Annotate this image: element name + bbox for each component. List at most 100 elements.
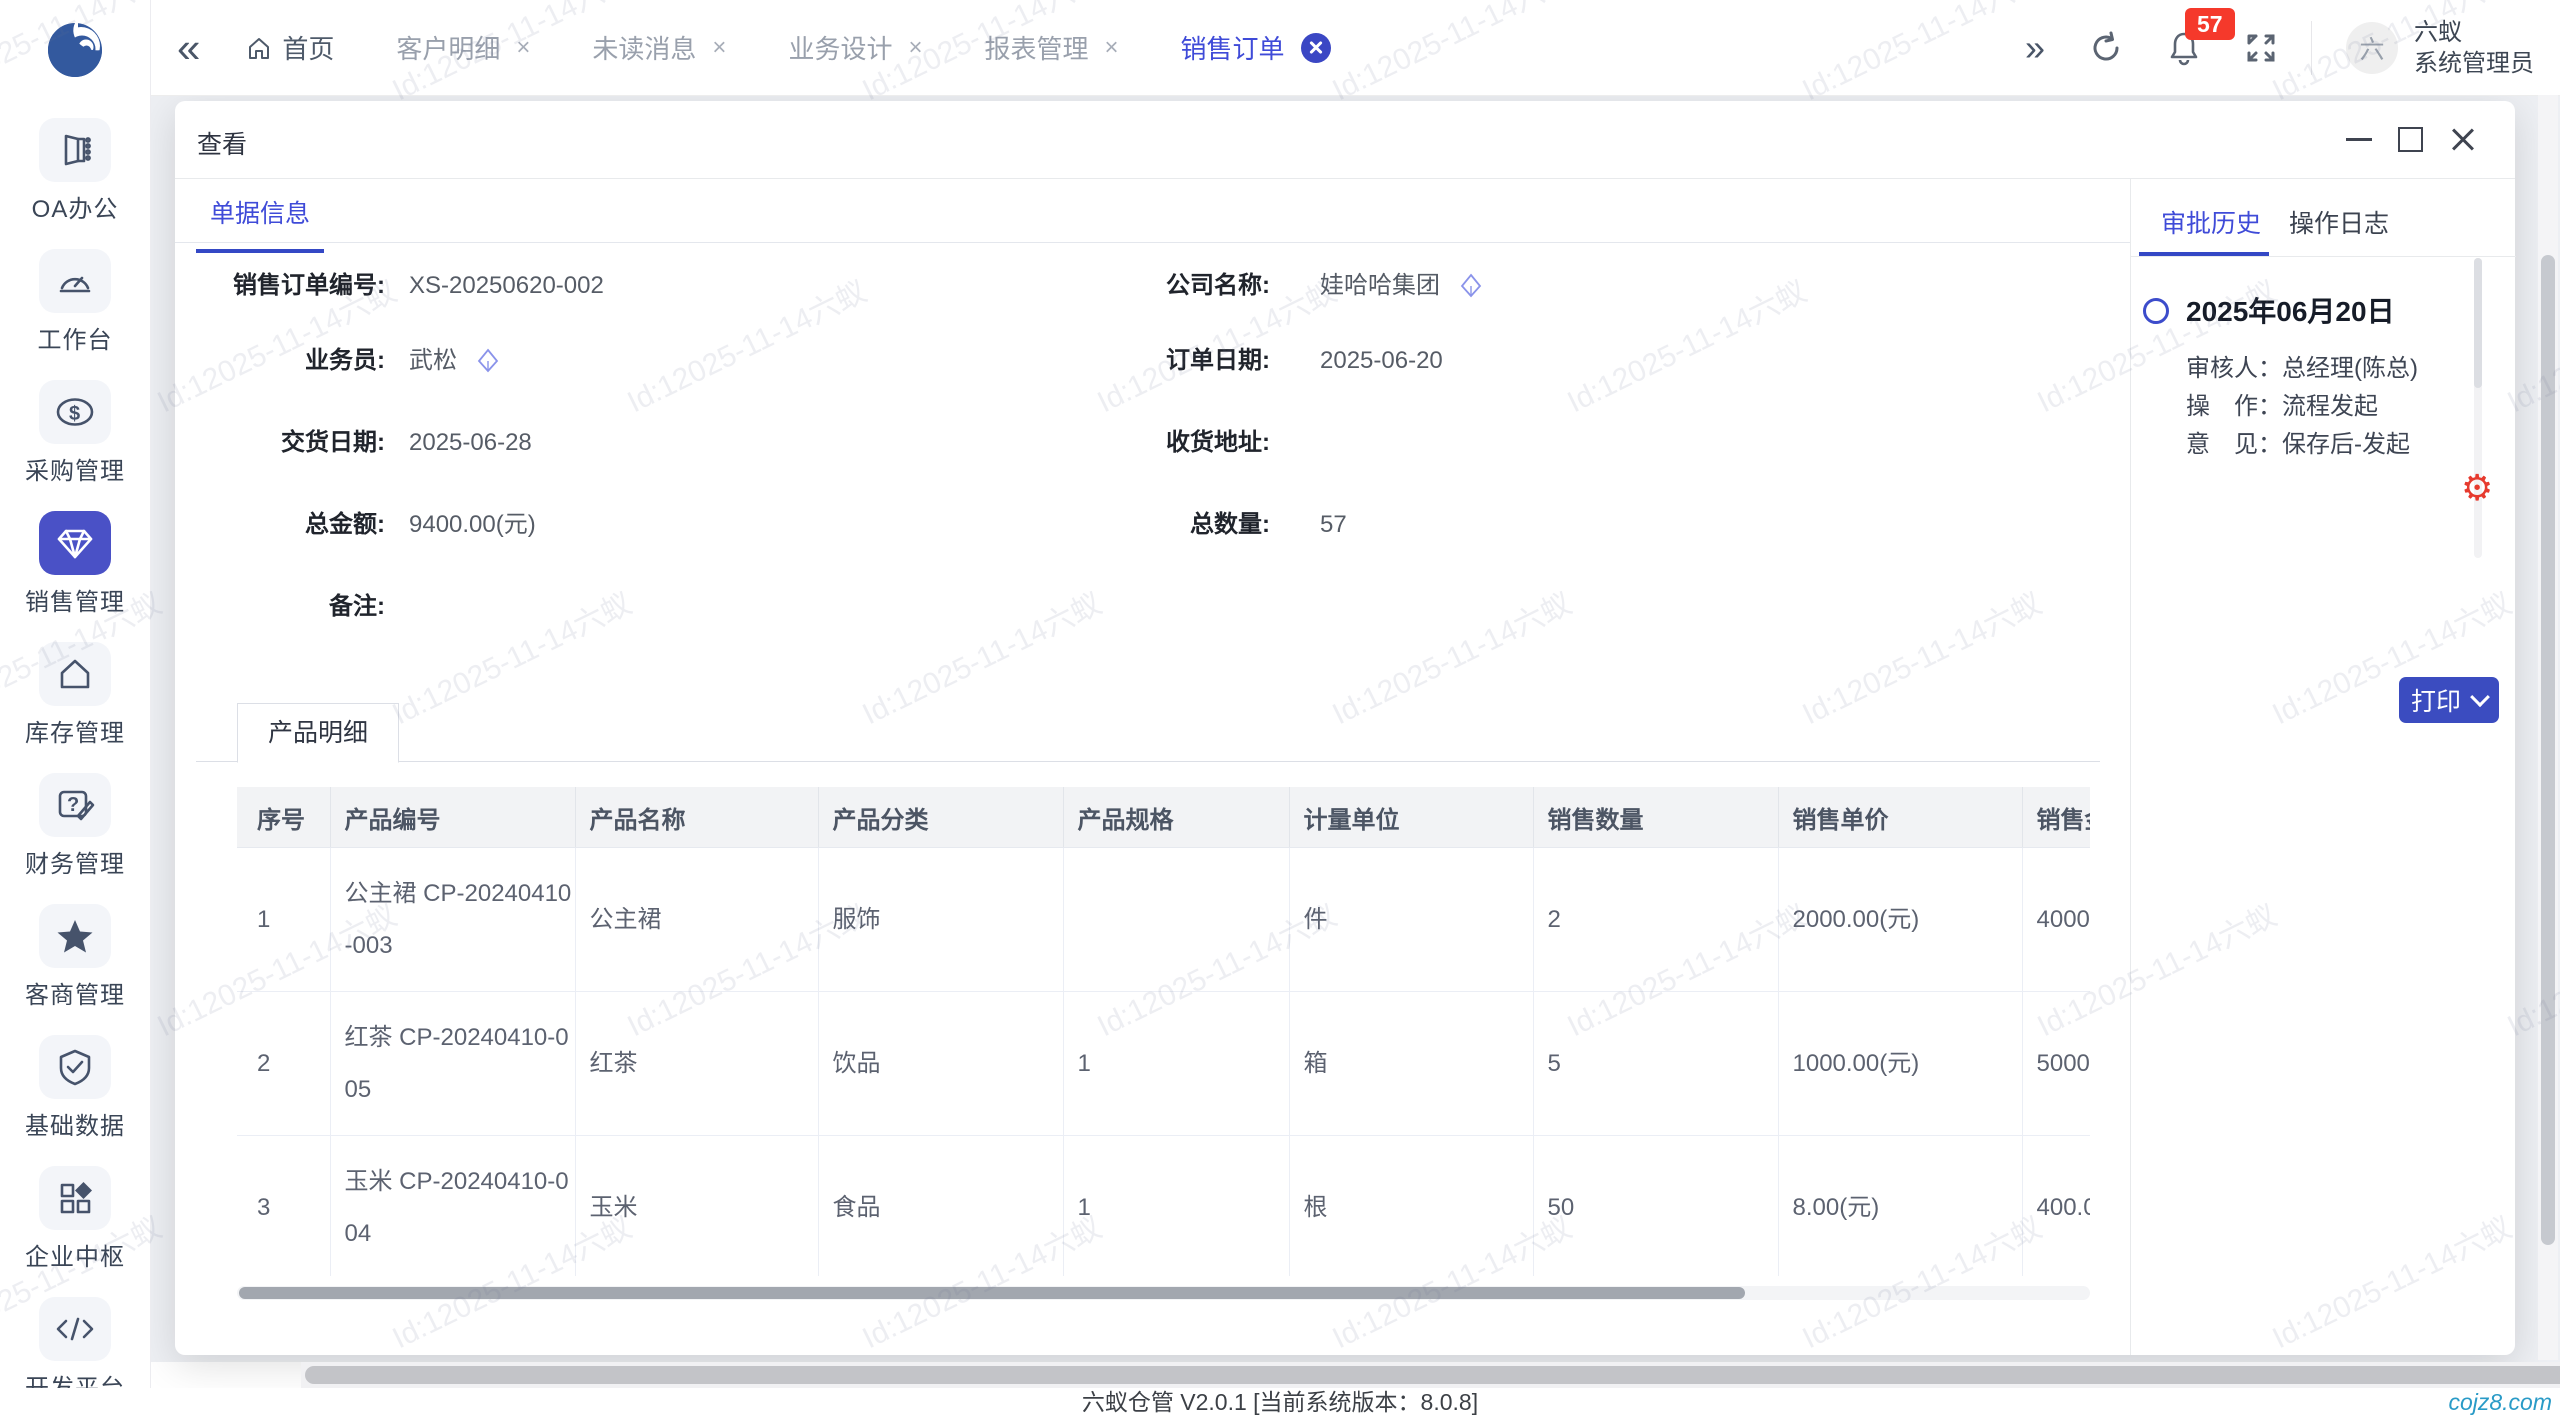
sidebar-item-label: 客商管理 bbox=[0, 975, 150, 1010]
footer-site-link[interactable]: cojz8.com bbox=[2448, 1388, 2552, 1416]
cell-amount: 5000 bbox=[2022, 992, 2090, 1136]
field-label: 业务员: bbox=[230, 343, 385, 383]
tab-product-detail[interactable]: 产品明细 bbox=[237, 703, 399, 763]
field-label: 总数量: bbox=[1115, 507, 1270, 547]
cell-product-no: 公主裙 CP-20240410-003 bbox=[330, 848, 575, 992]
notifications-bell-icon[interactable]: 57 bbox=[2167, 30, 2201, 66]
approval-panel: 审批历史 操作日志 2025年06月20日 审核人：总经理(陈总) 操 作：流程… bbox=[2130, 178, 2516, 1355]
field-label: 公司名称: bbox=[1115, 268, 1270, 308]
close-tab-icon[interactable]: × bbox=[1104, 34, 1118, 62]
minimize-icon[interactable] bbox=[2346, 138, 2372, 141]
approval-details: 审核人：总经理(陈总) 操 作：流程发起 意 见：保存后-发起 bbox=[2186, 350, 2418, 464]
close-tab-icon[interactable]: × bbox=[516, 34, 530, 62]
close-tab-icon[interactable]: × bbox=[908, 34, 922, 62]
field-delivery-date: 交货日期: 2025-06-28 bbox=[230, 425, 1115, 465]
sidebar-item-basedata[interactable]: 基础数据 bbox=[0, 1035, 150, 1135]
chevron-down-icon bbox=[2470, 687, 2490, 707]
field-value: 9400.00(元) bbox=[409, 507, 536, 547]
tab-approval-history[interactable]: 审批历史 bbox=[2161, 204, 2261, 240]
tab-label: 销售订单 bbox=[1181, 29, 1285, 66]
close-icon[interactable] bbox=[2449, 126, 2477, 154]
sidebar-item-label: 基础数据 bbox=[0, 1106, 150, 1141]
user-name-line2: 系统管理员 bbox=[2414, 48, 2534, 79]
tab-business-design[interactable]: 业务设计 × bbox=[788, 29, 922, 66]
cell-product-name: 玉米 bbox=[575, 1136, 818, 1277]
cell-price: 1000.00(元) bbox=[1778, 992, 2022, 1136]
code-icon bbox=[53, 1309, 97, 1349]
expand-tabs-icon[interactable]: » bbox=[2025, 30, 2045, 66]
view-dialog: 查看 单据信息 销售订单编号: XS-20250620-002 bbox=[175, 101, 2515, 1355]
sidebar-nav: OA办公 工作台 $ 采购管理 销售管理 库存管理 bbox=[0, 118, 150, 1428]
sidebar-item-workbench[interactable]: 工作台 bbox=[0, 249, 150, 349]
tab-sales-order[interactable]: 销售订单 bbox=[1181, 29, 1331, 66]
topbar-actions: » 57 六 六蚁 系统管理员 bbox=[2025, 17, 2534, 79]
scrollbar-thumb[interactable] bbox=[2541, 255, 2555, 1245]
cell-product-name: 公主裙 bbox=[575, 848, 818, 992]
sidebar-item-finance[interactable]: ? 财务管理 bbox=[0, 773, 150, 873]
col-header-product-name: 产品名称 bbox=[575, 787, 818, 848]
field-label: 收货地址: bbox=[1115, 425, 1270, 465]
table-row: 3 玉米 CP-20240410-004 玉米 食品 1 根 50 8.00(元… bbox=[237, 1136, 2090, 1277]
collapse-sidebar-icon[interactable]: « bbox=[177, 27, 200, 69]
cell-unit: 件 bbox=[1289, 848, 1533, 992]
tab-label: 客户明细 bbox=[396, 29, 500, 66]
tab-home[interactable]: 首页 bbox=[246, 29, 334, 66]
close-tab-icon[interactable] bbox=[1301, 33, 1331, 63]
cell-seq: 3 bbox=[237, 1136, 330, 1277]
cell-category: 饮品 bbox=[818, 992, 1063, 1136]
scrollbar-thumb[interactable] bbox=[239, 1287, 1745, 1299]
maximize-icon[interactable] bbox=[2398, 127, 2423, 152]
sidebar-item-label: 财务管理 bbox=[0, 844, 150, 879]
field-value: 娃哈哈集团 bbox=[1320, 268, 1440, 304]
info-tab-row: 单据信息 bbox=[175, 178, 2130, 243]
app-logo-icon bbox=[45, 20, 105, 80]
tab-label: 报表管理 bbox=[984, 29, 1088, 66]
sidebar-item-partners[interactable]: 客商管理 bbox=[0, 904, 150, 1004]
cell-product-no: 玉米 CP-20240410-004 bbox=[330, 1136, 575, 1277]
cell-spec bbox=[1063, 848, 1289, 992]
tab-customer-detail[interactable]: 客户明细 × bbox=[396, 29, 530, 66]
tab-unread-messages[interactable]: 未读消息 × bbox=[592, 29, 726, 66]
refresh-icon[interactable] bbox=[2089, 31, 2123, 65]
footer: 六蚁仓管 V2.0.1 [当前系统版本：8.0.8] cojz8.com bbox=[0, 1388, 2560, 1418]
house-icon bbox=[55, 654, 95, 694]
settings-gear-icon[interactable]: ⚙ bbox=[2461, 470, 2493, 506]
sidebar-item-label: 销售管理 bbox=[0, 582, 150, 617]
footer-version-text: 六蚁仓管 V2.0.1 [当前系统版本：8.0.8] bbox=[1082, 1389, 1478, 1415]
sidebar-item-devplatform[interactable]: 开发平台 bbox=[0, 1297, 150, 1397]
fullscreen-icon[interactable] bbox=[2245, 32, 2277, 64]
tab-operation-log[interactable]: 操作日志 bbox=[2289, 204, 2389, 240]
top-marker-icon[interactable] bbox=[1460, 273, 1482, 299]
sidebar-item-enterprise[interactable]: 企业中枢 bbox=[0, 1166, 150, 1266]
form-column-right: 公司名称: 娃哈哈集团 订单日期: 2025-06-20 收货地址: bbox=[1115, 268, 2100, 671]
field-ship-address: 收货地址: bbox=[1115, 425, 2100, 465]
active-tab-underline bbox=[2139, 252, 2269, 256]
sidebar-item-inventory[interactable]: 库存管理 bbox=[0, 642, 150, 742]
field-company-name: 公司名称: 娃哈哈集团 bbox=[1115, 268, 2100, 308]
tab-document-info[interactable]: 单据信息 bbox=[196, 194, 324, 253]
sidebar-item-label: OA办公 bbox=[0, 189, 150, 224]
sidebar-item-purchase[interactable]: $ 采购管理 bbox=[0, 380, 150, 480]
field-label: 总金额: bbox=[230, 507, 385, 547]
col-header-unit: 计量单位 bbox=[1289, 787, 1533, 848]
col-header-price: 销售单价 bbox=[1778, 787, 2022, 848]
field-label: 销售订单编号: bbox=[230, 268, 385, 308]
user-avatar[interactable]: 六 bbox=[2346, 22, 2398, 74]
sidebar-item-oa[interactable]: OA办公 bbox=[0, 118, 150, 218]
cell-price: 2000.00(元) bbox=[1778, 848, 2022, 992]
sidebar-item-sales[interactable]: 销售管理 bbox=[0, 511, 150, 611]
print-button[interactable]: 打印 bbox=[2399, 677, 2499, 723]
order-form: 销售订单编号: XS-20250620-002 业务员: 武松 交货日期: bbox=[230, 268, 2100, 671]
close-tab-icon[interactable]: × bbox=[712, 34, 726, 62]
top-marker-icon[interactable] bbox=[477, 348, 499, 374]
scrollbar-thumb[interactable] bbox=[2474, 258, 2482, 388]
field-label: 交货日期: bbox=[230, 425, 385, 465]
tab-report-management[interactable]: 报表管理 × bbox=[984, 29, 1118, 66]
field-salesperson: 业务员: 武松 bbox=[230, 343, 1115, 383]
star-icon bbox=[53, 916, 97, 956]
user-name: 六蚁 系统管理员 bbox=[2414, 17, 2534, 79]
col-header-seq: 序号 bbox=[237, 787, 330, 848]
window-controls bbox=[2346, 101, 2477, 178]
scrollbar-thumb[interactable] bbox=[305, 1366, 2560, 1384]
field-total-qty: 总数量: 57 bbox=[1115, 507, 2100, 547]
